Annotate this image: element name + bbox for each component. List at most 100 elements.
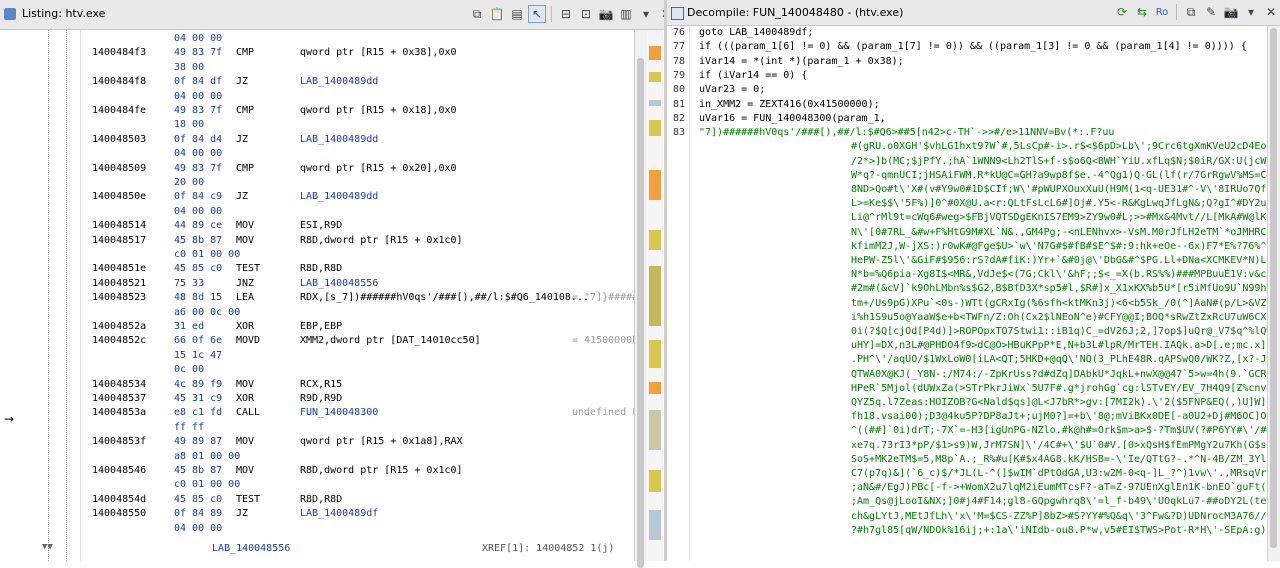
decompile-line[interactable]: 82 uVar16 = FUN_140048300(param_1, bbox=[667, 112, 1267, 126]
cursor-select-icon[interactable]: ↖ bbox=[528, 5, 546, 23]
listing-row[interactable]: ff ff bbox=[82, 421, 634, 435]
instruction-operands[interactable]: FUN_140048300 bbox=[300, 406, 378, 420]
listing-row[interactable]: 04 00 00 bbox=[82, 32, 634, 46]
listing-label-row[interactable]: LAB_140048556 XREF[1]: 14004852 1(j) bbox=[82, 542, 634, 556]
listing-row[interactable]: 140048514 44 89 ce MOV ESI,R9D bbox=[82, 219, 634, 233]
string-literal-line[interactable]: uHY]=DX,n3L#@PHDO4f9>dC@O>HBuKPpP*E,N+b3… bbox=[851, 339, 1267, 353]
instruction-operands[interactable]: LAB_1400489dd bbox=[300, 75, 378, 89]
string-literal-line[interactable]: HPeR`5Mjol(dUWxZa(>STrPkrJiWx`5U7F#.g*jr… bbox=[851, 382, 1267, 396]
string-literal-line[interactable]: SoS+MK2eTM$=5,M8p`A.;_R%#u[K#$x4AG8.kK/H… bbox=[851, 453, 1267, 467]
listing-row[interactable]: 18 00 bbox=[82, 118, 634, 132]
string-literal-line[interactable]: ;aN&#/EgJ)PBc[-f->+WomX2u7lqM2iEumMTcsF?… bbox=[851, 481, 1267, 495]
decompile-line[interactable]: 83 "7])######hV0qs'/###[),##/l:$#Q6>##5[… bbox=[667, 126, 1267, 140]
copy-icon[interactable]: ⧉ bbox=[468, 5, 486, 23]
listing-row[interactable]: 1400484fe 49 83 7f CMP qword ptr [R15 + 0x1… bbox=[82, 104, 634, 118]
paste-icon[interactable]: 📋 bbox=[488, 5, 506, 23]
string-literal-line[interactable]: xe7q.73rI3*pP/$1>s9)W,JrM7SN]\'/4C#+\'$U… bbox=[851, 439, 1267, 453]
field-layout-icon[interactable]: ▥ bbox=[617, 5, 635, 23]
string-literal-line[interactable]: .PH^\'/aqUO/$1WxLoW0[iLA<QT;5HKD+@qQ\'NQ… bbox=[851, 353, 1267, 367]
code-text[interactable]: in_XMM2 = ZEXT416(0x41500000); bbox=[699, 98, 880, 112]
listing-row[interactable]: 140048517 45 8b 87 MOV R8D,dword ptr [R15 +… bbox=[82, 234, 634, 248]
string-literal-line[interactable]: C7(p7q)&](`6_c)$/*JL(L-^(]$wIM`dPtOdGA,U… bbox=[851, 467, 1267, 481]
listing-row[interactable]: 140048550 0f 84 89 JZ LAB_1400489df bbox=[82, 507, 634, 521]
code-label[interactable]: LAB_140048556 bbox=[212, 542, 290, 556]
listing-row[interactable]: 140048509 49 83 7f CMP qword ptr [R15 + 0x2… bbox=[82, 162, 634, 176]
listing-row[interactable]: c0 01 00 00 bbox=[82, 478, 634, 492]
decompile-line[interactable]: 76 goto LAB_1400489df; bbox=[667, 26, 1267, 40]
string-literal-line[interactable]: Li@^rMl9t=cWq6#weg>$FBjVQTSDgEKnIS7EM9>Z… bbox=[851, 211, 1267, 225]
decompile-scrollbar[interactable] bbox=[1267, 26, 1280, 561]
dropdown-chevron-icon[interactable]: ▾ bbox=[637, 5, 655, 23]
listing-row[interactable]: c0 01 00 00 bbox=[82, 248, 634, 262]
decompile-line[interactable]: 79 if (iVar14 == 0) { bbox=[667, 69, 1267, 83]
listing-row[interactable]: a6 00 0c 00 bbox=[82, 306, 634, 320]
string-literal-line[interactable]: QYZ5q.l7Zeas:HOIZOB?G<Nald$qs]@L<J7bR*>g… bbox=[851, 396, 1267, 410]
decompile-code-area[interactable]: 76 goto LAB_1400489df; 77 if (((param_1[6… bbox=[667, 26, 1267, 561]
instruction-operands[interactable]: LAB_1400489df bbox=[300, 507, 378, 521]
listing-row[interactable]: 04 00 00 bbox=[82, 205, 634, 219]
decompile-line[interactable]: 78 iVar14 = *(int *)(param_1 + 0x38); bbox=[667, 55, 1267, 69]
listing-row[interactable]: 14004851e 45 85 c0 TEST R8D,R8D bbox=[82, 262, 634, 276]
listing-row[interactable]: 14004852c 66 0f 6e MOVD XMM2,dword ptr [DAT… bbox=[82, 334, 634, 348]
code-text[interactable]: if (((param_1[6] != 0) && (param_1[7] !=… bbox=[699, 40, 1247, 54]
edit-icon[interactable]: ✎ bbox=[1202, 3, 1220, 21]
listing-row[interactable]: 140048521 75 33 JNZ LAB_140048556 bbox=[82, 277, 634, 291]
decompile-line[interactable]: 81 in_XMM2 = ZEXT416(0x41500000); bbox=[667, 98, 1267, 112]
listing-row[interactable]: 140048503 0f 84 d4 JZ LAB_1400489dd bbox=[82, 133, 634, 147]
listing-row[interactable]: 140048534 4c 89 f9 MOV RCX,R15 bbox=[82, 378, 634, 392]
string-literal-line[interactable]: ch&gLYtJ,MEtJfLh\'x\'M=$CS-ZZ%P]8bZ>#S?Y… bbox=[851, 510, 1267, 524]
decompile-close-icon[interactable]: ✕ bbox=[1262, 3, 1280, 21]
listing-row[interactable]: 04 00 00 bbox=[82, 90, 634, 104]
string-literal-line[interactable]: kfimM2J,W-jXS:)r0wK#@Fge$U>`w\'N7G#$#fB#… bbox=[851, 240, 1267, 254]
string-literal-line[interactable]: W*q?-qmnUCI;jHSAiFWM.R*kU@C=GH?a9wp8f$e.… bbox=[851, 169, 1267, 183]
string-literal-line[interactable]: i%h1S9u5o@YaaW$e+b<TWFn/Z:Oh(Cx2$lNEoN^e… bbox=[851, 311, 1267, 325]
string-literal-line[interactable]: N\'[0#7RL_&#w+F%HtG9M#XL`N&.,GM4Pg;-<nLE… bbox=[851, 226, 1267, 240]
string-literal-line[interactable]: 0i(?$Q[cjOd[P4d)]>ROPOpxTO7Stwi1::iB1q)C… bbox=[851, 325, 1267, 339]
instruction-operands[interactable]: LAB_140048556 bbox=[300, 277, 378, 291]
refresh-icon[interactable]: ⟳ bbox=[1113, 3, 1131, 21]
code-text[interactable]: if (iVar14 == 0) { bbox=[699, 69, 807, 83]
listing-overview-bar[interactable] bbox=[647, 30, 663, 561]
listing-row[interactable]: 14004853a e8 c1 fd CALL FUN_140048300 undefi… bbox=[82, 406, 634, 420]
listing-code-area[interactable]: 04 00 00 1400484f3 49 83 7f CMP qword ptr [R… bbox=[82, 30, 634, 561]
listing-row[interactable]: 1400484f3 49 83 7f CMP qword ptr [R15 + 0x3… bbox=[82, 46, 634, 60]
edit-fields-icon[interactable]: ⊟ bbox=[557, 5, 575, 23]
string-literal-line[interactable]: fh18.vsai00);D3@4ku5P?DP8aJt+;ujM0?]=+b\… bbox=[851, 410, 1266, 424]
read-only-icon[interactable]: Ro bbox=[1153, 3, 1171, 21]
listing-row[interactable]: 1400484f8 0f 84 df JZ LAB_1400489dd bbox=[82, 75, 634, 89]
listing-scroll-thumb[interactable] bbox=[637, 58, 644, 568]
string-literal-line[interactable]: #(gRU.o0XGH'$vhLG1hxt9?W`#,5LsCp#-i>.r$<… bbox=[851, 140, 1267, 154]
instruction-operands[interactable]: LAB_1400489dd bbox=[300, 190, 378, 204]
code-text[interactable]: iVar14 = *(int *)(param_1 + 0x38); bbox=[699, 55, 904, 69]
string-literal-line[interactable]: #2m#(&cV]`k9OhLMbn%s$G2,B$BfD3X*sp5#l,$R… bbox=[851, 282, 1267, 296]
string-literal-line[interactable]: L>=Ke$$\'5F%)]0^#0X@U.a<r:QLtFsLcL6#]Oj#… bbox=[851, 197, 1266, 211]
listing-row[interactable]: 14004852a 31 ed XOR EBP,EBP bbox=[82, 320, 634, 334]
snapshot-camera-icon[interactable]: 📷 bbox=[1222, 3, 1240, 21]
decompile-line[interactable]: 80 uVar23 = 0; bbox=[667, 83, 1267, 97]
code-text[interactable]: "7])######hV0qs'/###[),##/l:$#Q6>##5[n42… bbox=[699, 126, 1114, 140]
paste-special-icon[interactable]: ▤ bbox=[508, 5, 526, 23]
string-literal-line[interactable]: HePW-Z5l\'&GiF#$956:rS?dA#fiK:)Yr+`&#0j@… bbox=[851, 254, 1267, 268]
listing-row[interactable]: 04 00 00 bbox=[82, 522, 634, 536]
instruction-operands[interactable]: LAB_1400489dd bbox=[300, 133, 378, 147]
listing-row[interactable]: 140048523 48 8d 15 LEA RDX,[s_7])######hV0q… bbox=[82, 291, 634, 305]
listing-row[interactable]: 140048537 45 31 c9 XOR R9D,R9D bbox=[82, 392, 634, 406]
listing-row[interactable]: 14004850e 0f 84 c9 JZ LAB_1400489dd bbox=[82, 190, 634, 204]
export-icon[interactable]: ⇆ bbox=[1133, 3, 1151, 21]
string-literal-line[interactable]: /2*>]b(MC;$jPfY.;hA`1WNN9<Lh2TlS+f-s$o6Q… bbox=[851, 155, 1267, 169]
code-text[interactable]: goto LAB_1400489df; bbox=[699, 26, 813, 40]
string-literal-line[interactable]: ;Am_Qs@jLooI&NX;]0#j4#F14;gl8-GQpgwhrq8\… bbox=[851, 495, 1267, 509]
listing-row[interactable]: 14004854d 45 85 c0 TEST R8D,R8D bbox=[82, 493, 634, 507]
open-diff-icon[interactable]: ⊡ bbox=[577, 5, 595, 23]
string-literal-line[interactable]: N*b=%Q6pia-Xg8I$<MR&,VdJe$<(7G;Ckl\'&hF;… bbox=[851, 268, 1267, 282]
code-text[interactable]: uVar23 = 0; bbox=[699, 83, 765, 97]
listing-row[interactable]: 14004853f 49 89 87 MOV qword ptr [R15 + 0x1… bbox=[82, 435, 634, 449]
snapshot-camera-icon[interactable]: 📷 bbox=[597, 5, 615, 23]
listing-row[interactable]: 20 00 bbox=[82, 176, 634, 190]
dropdown-chevron-icon[interactable]: ▾ bbox=[1242, 3, 1260, 21]
listing-row[interactable]: 04 00 00 bbox=[82, 147, 634, 161]
listing-row[interactable]: 140048546 45 8b 87 MOV R8D,dword ptr [R15 +… bbox=[82, 464, 634, 478]
decompile-line[interactable]: 77 if (((param_1[6] != 0) && (param_1[7]… bbox=[667, 40, 1267, 54]
xref-annotation[interactable]: XREF[1]: 14004852 1(j) bbox=[482, 542, 614, 556]
listing-row[interactable]: 15 1c 47 bbox=[82, 349, 634, 363]
